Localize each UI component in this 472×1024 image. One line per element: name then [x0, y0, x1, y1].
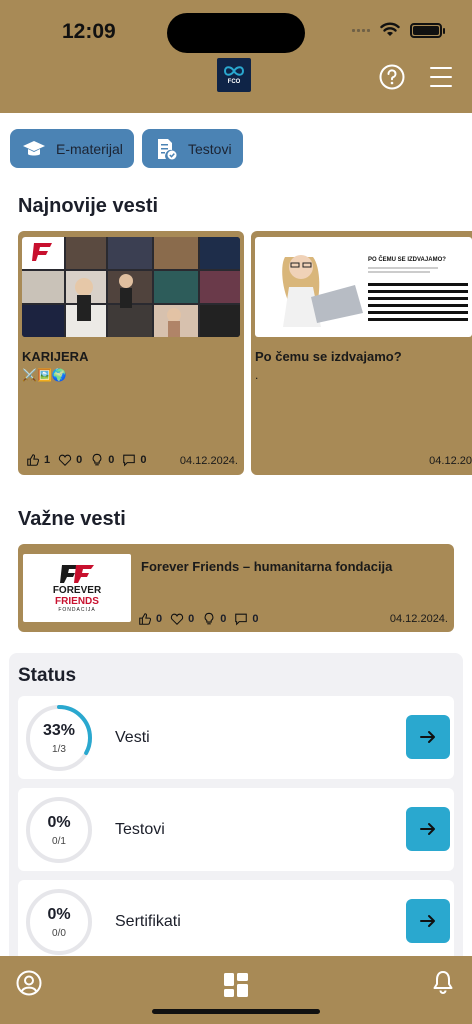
logo-text: FCO	[227, 79, 241, 85]
comments-count: 0	[252, 613, 259, 625]
thumbs-up-icon[interactable]	[138, 612, 152, 626]
news-date: 04.12.20	[429, 455, 472, 467]
arrow-right-icon	[420, 915, 435, 927]
comment-icon[interactable]	[122, 453, 136, 467]
important-news-date: 04.12.2024.	[389, 613, 448, 625]
open-vesti-button[interactable]	[406, 715, 450, 759]
profile-icon[interactable]	[16, 970, 42, 996]
hearts-count: 0	[188, 613, 195, 625]
open-sertifikati-button[interactable]	[406, 899, 450, 943]
hearts-count: 0	[76, 454, 83, 466]
status-title: Status	[18, 665, 77, 686]
arrow-right-icon	[420, 731, 435, 743]
progress-percent: 0%	[47, 814, 71, 831]
important-news-title: Važne vesti	[18, 508, 126, 530]
progress-count: 1/3	[52, 744, 66, 755]
reaction-stats: 1 0 0 0	[26, 453, 151, 467]
news-thumbnail-collage	[22, 237, 240, 337]
progress-count: 0/0	[52, 928, 66, 939]
thumbs-up-icon[interactable]	[26, 453, 40, 467]
logo-line-2: FRIENDS	[55, 596, 99, 607]
e-materijal-label: E-materijal	[56, 140, 123, 157]
heart-icon[interactable]	[170, 612, 184, 626]
arrow-right-icon	[420, 823, 435, 835]
logo-line-1: FOREVER	[52, 585, 102, 596]
ideas-count: 0	[220, 613, 227, 625]
open-testovi-button[interactable]	[406, 807, 450, 851]
status-row-label: Sertifikati	[115, 913, 181, 930]
status-icons	[352, 22, 445, 38]
important-news-headline: Forever Friends – humanitarna fondacija	[141, 559, 393, 574]
lightbulb-icon[interactable]	[202, 612, 216, 626]
lightbulb-icon[interactable]	[90, 453, 104, 467]
status-time: 12:09	[62, 20, 116, 43]
status-row-vesti[interactable]: 33% 1/3 Vesti	[18, 696, 454, 779]
likes-count: 0	[156, 613, 163, 625]
hamburger-menu-icon[interactable]	[430, 67, 452, 87]
forever-friends-logo: FOREVER FRIENDS FONDACIJA	[23, 554, 131, 622]
battery-icon	[410, 22, 445, 38]
testovi-label: Testovi	[188, 140, 232, 157]
ideas-count: 0	[108, 454, 115, 466]
status-row-testovi[interactable]: 0% 0/1 Testovi	[18, 788, 454, 871]
news-title: KARIJERA	[22, 349, 89, 364]
app-logo[interactable]: FCO	[217, 58, 251, 92]
testovi-button[interactable]: Testovi	[142, 129, 243, 168]
infinity-logo-icon	[223, 66, 245, 76]
likes-count: 1	[44, 454, 51, 466]
status-row-sertifikati[interactable]: 0% 0/0 Sertifikati	[18, 880, 454, 963]
collage-image	[22, 237, 240, 337]
progress-percent: 0%	[47, 906, 71, 923]
comments-count: 0	[140, 454, 147, 466]
top-bar: 12:09 FCO	[0, 0, 472, 113]
home-indicator	[152, 1009, 320, 1014]
news-title: Po čemu se izdvajamo?	[255, 349, 402, 364]
wifi-icon	[380, 22, 400, 36]
progress-percent: 33%	[42, 722, 76, 739]
progress-count: 0/1	[52, 836, 66, 847]
cellular-signal-icon	[352, 28, 370, 32]
important-news-card[interactable]: FOREVER FRIENDS FONDACIJA Forever Friend…	[18, 544, 454, 632]
news-thumbnail-laptop: PO ČEMU SE IZDVAJAMO?	[255, 237, 472, 337]
svg-text:PO ČEMU SE IZDVAJAMO?: PO ČEMU SE IZDVAJAMO?	[368, 256, 446, 263]
ff-mark-icon	[60, 565, 94, 583]
status-panel: Status 33% 1/3 Vesti 0% 0/1 Testovi 0% 0…	[9, 653, 463, 973]
e-materijal-button[interactable]: E-materijal	[10, 129, 134, 168]
test-document-icon	[158, 138, 177, 159]
graduation-cap-icon	[23, 140, 45, 155]
notifications-bell-icon[interactable]	[430, 969, 456, 995]
heart-icon[interactable]	[58, 453, 72, 467]
status-row-label: Testovi	[115, 821, 165, 838]
status-row-label: Vesti	[115, 729, 150, 746]
news-subtitle: .	[255, 368, 259, 382]
comment-icon[interactable]	[234, 612, 248, 626]
laptop-woman-image: PO ČEMU SE IZDVAJAMO?	[255, 237, 472, 337]
latest-news-title: Najnovije vesti	[18, 195, 159, 217]
news-date: 04.12.2024.	[179, 455, 238, 467]
dynamic-island	[167, 13, 305, 53]
news-card-karijera[interactable]: KARIJERA ⚔️🖼️🌍 1 0 0 0 04.12.2024.	[18, 231, 244, 475]
logo-line-3: FONDACIJA	[58, 607, 96, 613]
reaction-stats: 0 0 0 0	[138, 612, 263, 626]
help-icon[interactable]	[379, 64, 405, 90]
news-card-po-cemu[interactable]: PO ČEMU SE IZDVAJAMO? Po čemu se izdvaja…	[251, 231, 472, 475]
dashboard-icon[interactable]	[223, 972, 249, 998]
news-subtitle: ⚔️🖼️🌍	[22, 368, 67, 382]
